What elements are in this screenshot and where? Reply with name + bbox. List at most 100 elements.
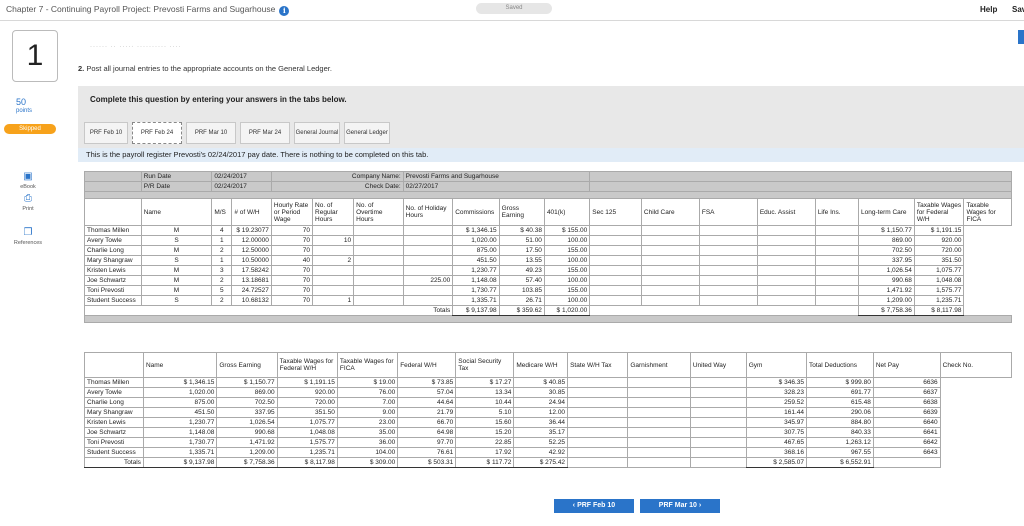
table-cell: M: [140, 225, 213, 236]
totals-cell: $ 9,137.98: [452, 305, 500, 316]
table-cell: [814, 295, 860, 306]
table-row: Charlie Long M 2 12.50000 70 875.00 17.50 155.0…: [84, 245, 1012, 256]
table-cell: [402, 295, 454, 306]
next-tab-button[interactable]: PRF Mar 10 ›: [640, 499, 720, 513]
tab-prf-mar-10[interactable]: PRF Mar 10: [186, 122, 236, 144]
tab-prf-feb-10[interactable]: PRF Feb 10: [84, 122, 128, 144]
table-cell: 104.00: [336, 447, 399, 458]
table-cell: 1,020.00: [452, 235, 500, 246]
table-cell: [353, 245, 404, 256]
save-button[interactable]: Sav: [1012, 5, 1024, 14]
print-link[interactable]: ⎙ Print: [8, 194, 48, 213]
table-row: Thomas Millen M 4 $ 19.23077 70 $ 1,346.15 $ 4…: [84, 225, 1012, 236]
table-cell: 875.00: [142, 397, 218, 408]
col-header: No. of Regular Hours: [312, 198, 355, 226]
table-cell: 351.50: [276, 407, 338, 418]
table-cell: 44.64: [397, 397, 457, 408]
table-cell: 155.00: [543, 285, 591, 296]
tab-prf-mar-24[interactable]: PRF Mar 24: [240, 122, 290, 144]
table-cell: [402, 245, 454, 256]
col-header: Total Deductions: [805, 352, 874, 378]
table-cell: 702.50: [858, 245, 915, 256]
table-cell: [589, 295, 642, 306]
table-cell: 36.44: [513, 417, 569, 428]
table-cell: 6638: [872, 397, 941, 408]
table-cell: 328.23: [745, 387, 807, 398]
table-cell: 875.00: [452, 245, 500, 256]
table-cell: [402, 225, 454, 236]
table-cell: 10.44: [455, 397, 515, 408]
table-cell: 161.44: [745, 407, 807, 418]
col-header: Life Ins.: [814, 198, 860, 226]
info-icon[interactable]: i: [279, 6, 290, 16]
table-cell: 6636: [872, 377, 941, 388]
table-cell: 6639: [872, 407, 941, 418]
table-cell: 17.50: [498, 245, 545, 256]
side-tab[interactable]: [1018, 30, 1024, 44]
table-cell: 290.06: [805, 407, 874, 418]
table-cell: 259.52: [745, 397, 807, 408]
table-cell: [567, 417, 629, 428]
tab-prf-feb-24[interactable]: PRF Feb 24: [132, 122, 182, 144]
table-cell: 6643: [872, 447, 941, 458]
table-cell: 702.50: [216, 397, 278, 408]
table-cell: $ 155.00: [543, 225, 591, 236]
totals-cell: $ 1,020.00: [543, 305, 591, 316]
cut-off-text: ······ ·· ····· ·········· ····: [90, 44, 182, 50]
table-cell: 1,335.71: [142, 447, 218, 458]
table-cell: 990.68: [858, 275, 915, 286]
table-cell: 3: [211, 265, 233, 276]
col-header: Child Care: [640, 198, 700, 226]
table-cell: 840.33: [805, 427, 874, 438]
table-cell: [756, 275, 816, 286]
table-cell: 35.17: [513, 427, 569, 438]
totals-cell: $ 275.42: [513, 457, 569, 468]
table-cell: [756, 225, 816, 236]
help-button[interactable]: Help: [980, 5, 997, 14]
ebook-link[interactable]: ▣ eBook: [8, 172, 48, 191]
table-cell: 97.70: [397, 437, 457, 448]
table-row: Kristen Lewis 1,230.77 1,026.54 1,075.77 23.…: [84, 417, 1012, 428]
col-header: Name: [142, 352, 218, 378]
table-cell: [640, 275, 700, 286]
table-cell: 1,235.71: [276, 447, 338, 458]
table-cell: 10.68132: [231, 295, 272, 306]
references-link[interactable]: ❐ References: [8, 228, 48, 247]
table-cell: [589, 225, 642, 236]
prev-tab-button[interactable]: ‹ PRF Feb 10: [554, 499, 634, 513]
table-cell: Mary Shangraw: [84, 255, 142, 266]
table-cell: [312, 225, 355, 236]
table-cell: 23.00: [336, 417, 399, 428]
table-cell: Joe Schwartz: [84, 427, 144, 438]
table-cell: [353, 285, 404, 296]
table-cell: 869.00: [216, 387, 278, 398]
table-row: Thomas Millen $ 1,346.15 $ 1,150.77 $ 1,191…: [84, 377, 1012, 388]
table-cell: 42.92: [513, 447, 569, 458]
tab-general-journal[interactable]: General Journal: [294, 122, 340, 144]
points-value: 50: [16, 97, 27, 107]
table-row: Charlie Long 875.00 702.50 720.00 7.00 44.64 1…: [84, 397, 1012, 408]
col-header: Net Pay: [872, 352, 941, 378]
table-cell: $ 1,150.77: [216, 377, 278, 388]
table-cell: $ 346.35: [745, 377, 807, 388]
table-cell: [627, 407, 691, 418]
table-cell: [627, 397, 691, 408]
table-cell: [589, 265, 642, 276]
skipped-badge: Skipped: [4, 124, 56, 134]
table-cell: [627, 427, 691, 438]
table-cell: [698, 295, 758, 306]
complete-instruction: Complete this question by entering your …: [90, 95, 347, 104]
table-cell: 70: [270, 245, 314, 256]
col-header: Sec 125: [589, 198, 642, 226]
totals-cell: $ 359.62: [498, 305, 545, 316]
table-cell: 1,075.77: [276, 417, 338, 428]
col-header: Garnishment: [627, 352, 691, 378]
table-cell: [353, 255, 404, 266]
tab-general-ledger[interactable]: General Ledger: [344, 122, 390, 144]
table-cell: Joe Schwartz: [84, 275, 142, 286]
col-header: Taxable Wages for FICA: [963, 198, 1012, 226]
table-cell: 17.58242: [231, 265, 272, 276]
totals-cell: $ 8,117.98: [913, 305, 965, 316]
col-header: Taxable Wages for FICA: [336, 352, 399, 378]
table-cell: 869.00: [858, 235, 915, 246]
